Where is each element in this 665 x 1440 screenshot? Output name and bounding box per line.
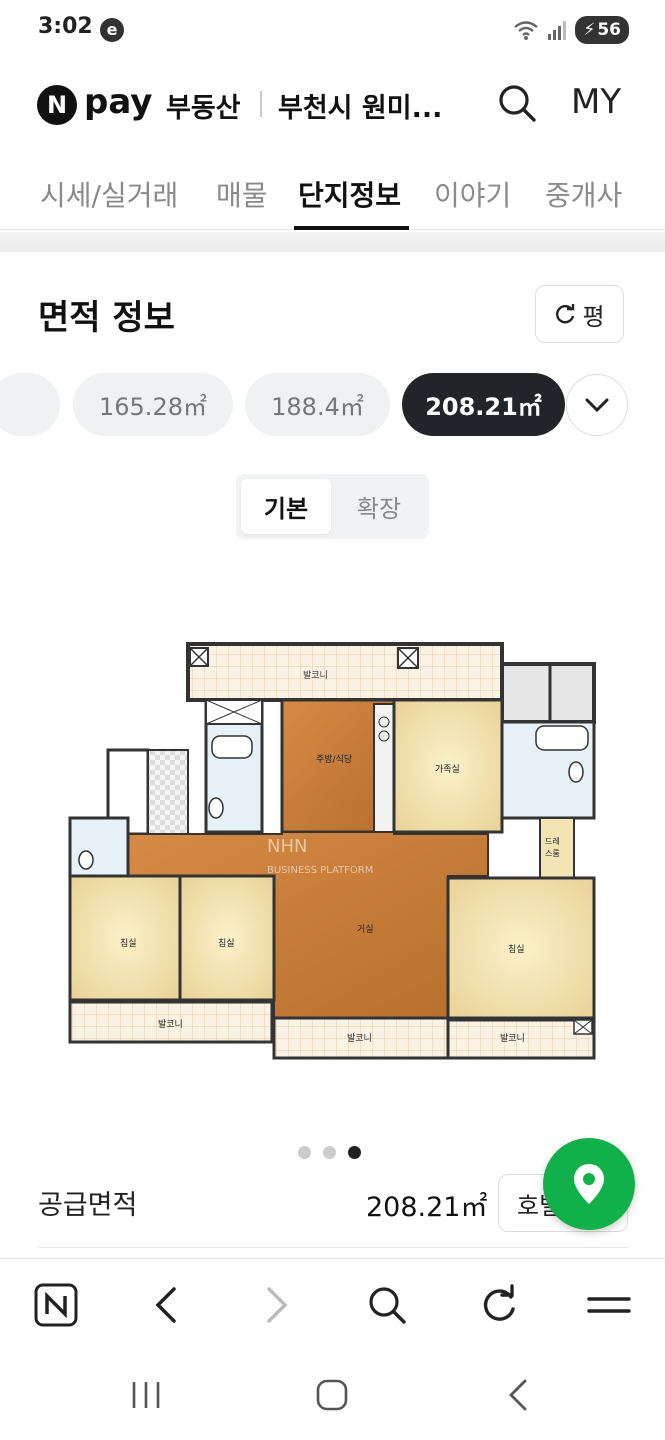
- tab-complex-info[interactable]: 단지정보: [298, 174, 401, 214]
- system-navigation-bar: [0, 1354, 665, 1440]
- tab-stories[interactable]: 이야기: [434, 174, 511, 214]
- my-page-button[interactable]: MY: [571, 82, 621, 122]
- bedroom-1-label: 침실: [120, 938, 137, 949]
- forward-icon[interactable]: [263, 1283, 293, 1327]
- watermark-text: BUSINESS PLATFORM: [267, 865, 373, 876]
- refresh-icon: [556, 304, 575, 324]
- signal-icon: [548, 21, 567, 40]
- carousel-dot[interactable]: [298, 1146, 311, 1159]
- living-room-label: 거실: [357, 924, 374, 935]
- supply-area-value: 208.21㎡: [366, 1192, 488, 1223]
- charging-icon: ⚡: [583, 20, 596, 40]
- map-location-button[interactable]: [543, 1138, 635, 1230]
- section-separator: [0, 232, 665, 252]
- balcony-left-label: 발코니: [158, 1019, 183, 1030]
- system-back-icon[interactable]: [505, 1378, 531, 1412]
- main-tabs: 시세/실거래 매물 단지정보 이야기 중개사: [0, 160, 665, 230]
- kitchen-label: 주방/식당: [316, 754, 352, 765]
- master-bedroom-label: 침실: [508, 944, 525, 955]
- area-chip-partial[interactable]: [0, 373, 60, 436]
- tab-listings[interactable]: 매물: [216, 174, 268, 214]
- balcony-right-label: 발코니: [500, 1033, 525, 1044]
- watermark-logo: NHN: [267, 836, 307, 857]
- bedroom-2: [178, 874, 276, 1002]
- carousel-dot[interactable]: [323, 1146, 336, 1159]
- balcony-top-label: 발코니: [303, 670, 328, 681]
- chevron-down-icon: [585, 398, 609, 413]
- tab-price[interactable]: 시세/실거래: [40, 174, 178, 214]
- section-title: 면적 정보: [38, 298, 175, 338]
- naver-home-icon[interactable]: [34, 1283, 78, 1327]
- balcony-mid-label: 발코니: [347, 1033, 372, 1044]
- view-expanded-button[interactable]: 확장: [334, 479, 424, 534]
- recent-apps-icon[interactable]: [130, 1380, 162, 1410]
- unit-toggle-label: 평: [582, 302, 605, 331]
- area-dropdown-button[interactable]: [566, 374, 628, 436]
- carousel-indicator: [298, 1146, 361, 1159]
- carousel-dot-active[interactable]: [348, 1146, 361, 1159]
- search-icon[interactable]: [497, 83, 537, 123]
- view-toggle: 기본 확장: [236, 474, 429, 539]
- battery-indicator: ⚡ 56: [575, 16, 629, 44]
- naver-logo-icon[interactable]: N: [37, 85, 77, 125]
- top-balcony: [186, 642, 504, 702]
- status-time: 3:02: [38, 14, 93, 39]
- family-room-label: 가족실: [435, 764, 460, 775]
- dressroom-label-1: 드레: [545, 837, 560, 846]
- menu-icon[interactable]: [587, 1283, 631, 1327]
- area-chip-188[interactable]: 188.4㎡: [245, 373, 390, 436]
- logo-pay-text[interactable]: pay: [84, 82, 152, 122]
- area-chip-208[interactable]: 208.21㎡: [402, 373, 565, 436]
- unit-toggle-button[interactable]: 평: [535, 285, 624, 343]
- header-divider: [260, 91, 262, 117]
- dressroom-label-2: 스룸: [545, 849, 560, 858]
- wifi-icon: [514, 21, 539, 40]
- supply-area-label: 공급면적: [38, 1190, 138, 1221]
- reload-icon[interactable]: [478, 1283, 520, 1327]
- floor-plan-image[interactable]: 발코니 주방/식당 가족실 드레 스룸 거실 NHN BUSINESS PLAT…: [60, 630, 605, 1070]
- content-divider: [38, 1247, 628, 1248]
- area-chip-165[interactable]: 165.28㎡: [73, 373, 233, 436]
- back-icon[interactable]: [150, 1283, 180, 1327]
- bedroom-1: [68, 874, 182, 1002]
- service-name[interactable]: 부동산: [166, 86, 241, 125]
- browser-toolbar: [0, 1258, 665, 1354]
- home-icon[interactable]: [315, 1378, 349, 1412]
- battery-level: 56: [597, 20, 621, 40]
- bedroom-2-label: 침실: [218, 938, 235, 949]
- tab-agents[interactable]: 중개사: [545, 174, 622, 214]
- location-pin-icon: [574, 1164, 604, 1204]
- location-title[interactable]: 부천시 원미...: [278, 86, 442, 125]
- app-notification-icon: e: [100, 18, 124, 42]
- view-basic-button[interactable]: 기본: [241, 479, 331, 534]
- browser-search-icon[interactable]: [366, 1283, 408, 1327]
- active-tab-indicator: [294, 226, 409, 230]
- status-indicators: ⚡ 56: [513, 16, 629, 44]
